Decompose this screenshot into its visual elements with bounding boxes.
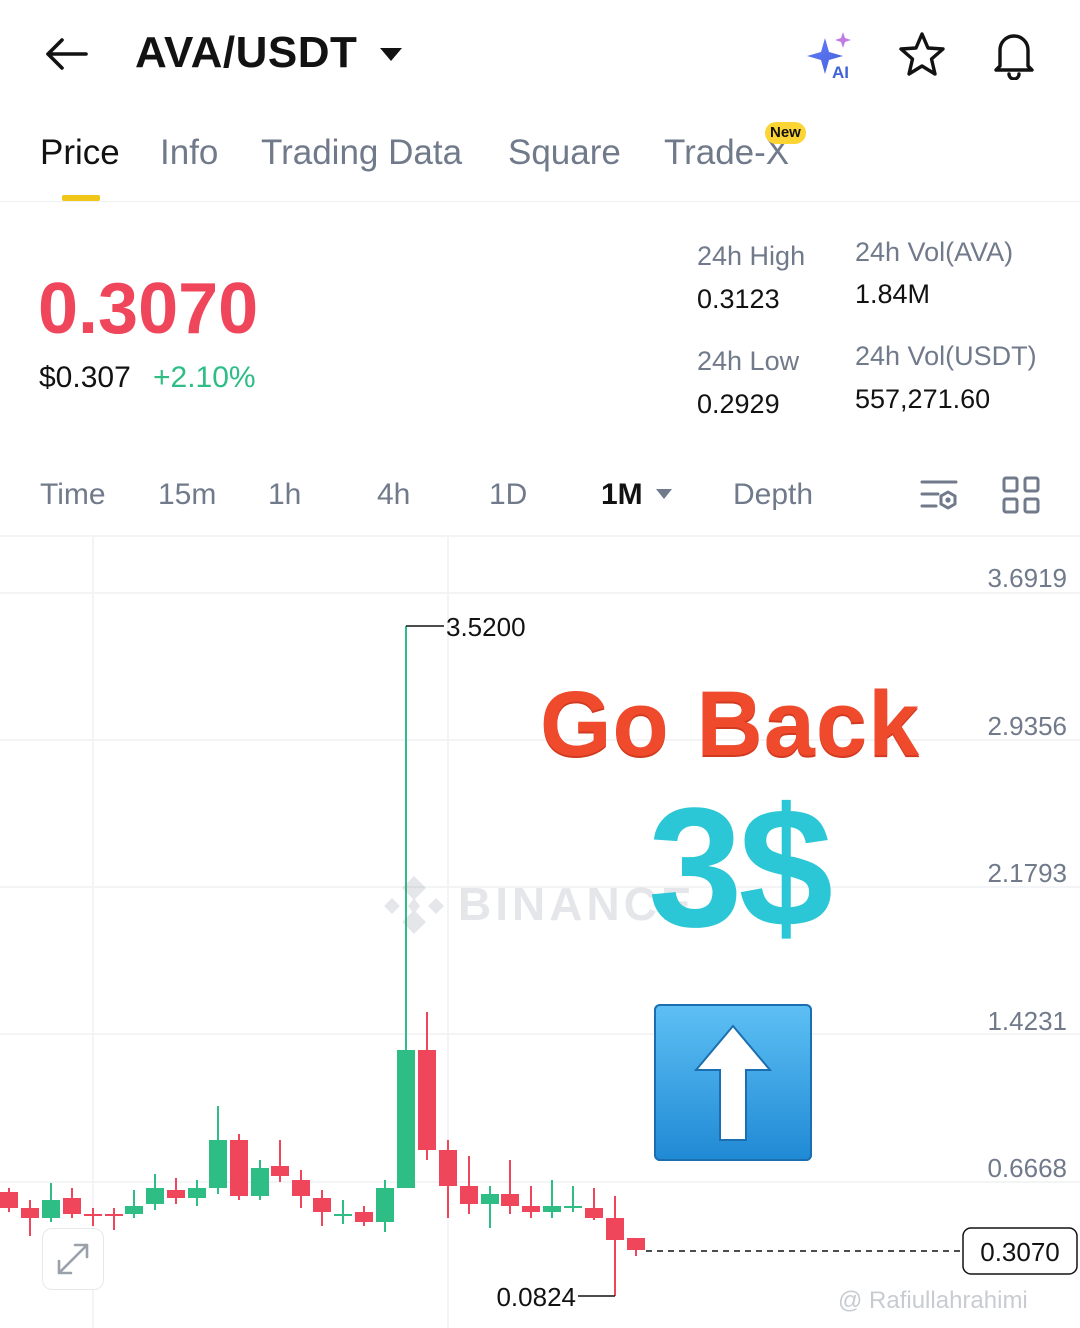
tab-info[interactable]: Info — [160, 133, 218, 173]
y-tick-label: 3.6919 — [987, 563, 1067, 593]
vol-base-label: 24h Vol(AVA) — [855, 237, 1014, 267]
y-tick-label: 1.4231 — [987, 1006, 1067, 1036]
candle-body — [230, 1140, 248, 1196]
ai-label: AI — [832, 63, 849, 82]
y-tick-label: 0.6668 — [987, 1153, 1067, 1183]
low-marker-label: 0.0824 — [496, 1282, 576, 1312]
candle-body — [209, 1140, 227, 1188]
candle-body — [501, 1194, 519, 1206]
interval-1h[interactable]: 1h — [268, 478, 301, 512]
price-usd: $0.307 — [39, 361, 131, 394]
expand-chart-button[interactable] — [42, 1228, 104, 1290]
ai-sparkle-icon[interactable]: AI — [803, 30, 859, 82]
interval-1m[interactable]: 1M — [601, 478, 643, 512]
candle-body — [167, 1190, 185, 1198]
last-price: 0.3070 — [38, 269, 259, 349]
vol-base-value: 1.84M — [855, 279, 931, 309]
candle-body — [313, 1198, 331, 1212]
candle-body — [376, 1188, 394, 1222]
low-label: 24h Low — [697, 346, 800, 376]
candle-body — [522, 1206, 540, 1212]
interval-1d[interactable]: 1D — [489, 478, 527, 512]
vol-quote-label: 24h Vol(USDT) — [855, 341, 1037, 371]
high-value: 0.3123 — [697, 284, 780, 314]
bell-icon[interactable] — [988, 28, 1040, 80]
pair-title[interactable]: AVA/USDT — [135, 28, 357, 78]
y-tick-label: 2.9356 — [987, 711, 1067, 741]
candle-body — [606, 1218, 624, 1240]
candle-body — [627, 1238, 645, 1250]
candle-body — [125, 1206, 143, 1214]
low-value: 0.2929 — [697, 389, 780, 419]
favorite-star-icon[interactable] — [897, 30, 947, 80]
interval-4h[interactable]: 4h — [377, 478, 410, 512]
candle-body — [397, 1050, 415, 1188]
candle-body — [188, 1188, 206, 1198]
tab-trading-data[interactable]: Trading Data — [261, 133, 462, 173]
candle-body — [481, 1194, 499, 1204]
y-tick-label: 2.1793 — [987, 858, 1067, 888]
interval-dropdown-icon[interactable] — [655, 488, 673, 500]
candle-body — [271, 1166, 289, 1176]
divider — [0, 201, 1080, 202]
chart-settings-icon[interactable] — [918, 476, 960, 516]
candle-body — [42, 1200, 60, 1218]
watermark-credit: @ Rafiullahrahimi — [838, 1287, 1028, 1314]
candle-body — [0, 1192, 18, 1208]
overlay-target: 3$ — [648, 773, 833, 963]
chevron-down-icon[interactable] — [378, 45, 404, 63]
interval-time[interactable]: Time — [40, 478, 106, 512]
candle-body — [21, 1208, 39, 1218]
candle-body — [334, 1214, 352, 1216]
grid-layout-icon[interactable] — [1002, 476, 1040, 514]
candle-body — [418, 1050, 436, 1150]
expand-icon — [57, 1243, 89, 1275]
candle-body — [251, 1168, 269, 1196]
high-marker-label: 3.5200 — [446, 612, 526, 642]
candle-body — [585, 1208, 603, 1218]
current-price-label: 0.3070 — [980, 1237, 1060, 1267]
candle-body — [105, 1214, 123, 1216]
candle-body — [146, 1188, 164, 1204]
overlay-headline: Go Back — [540, 673, 921, 775]
tab-square[interactable]: Square — [508, 133, 621, 173]
candle-body — [84, 1214, 102, 1216]
candle-body — [63, 1198, 81, 1214]
candle-body — [564, 1206, 582, 1208]
candle-body — [460, 1186, 478, 1204]
high-label: 24h High — [697, 241, 806, 271]
candle-body — [543, 1206, 561, 1212]
vol-quote-value: 557,271.60 — [855, 384, 991, 414]
up-arrow-icon — [654, 1004, 812, 1161]
candle-body — [292, 1180, 310, 1196]
interval-15m[interactable]: 15m — [158, 478, 216, 512]
new-badge: New — [765, 122, 806, 144]
tab-price[interactable]: Price — [40, 133, 120, 173]
candle-body — [439, 1150, 457, 1186]
interval-depth[interactable]: Depth — [733, 478, 813, 512]
back-arrow-icon[interactable] — [42, 32, 90, 76]
candle-body — [355, 1212, 373, 1222]
price-change: +2.10% — [153, 361, 256, 394]
